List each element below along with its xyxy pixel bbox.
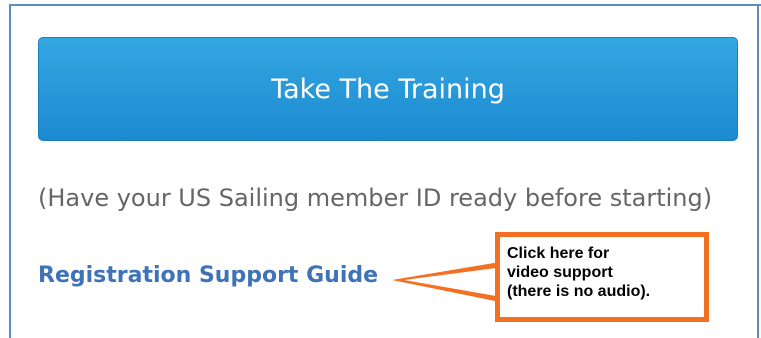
page-frame: Take The Training (Have your US Sailing … <box>0 0 761 338</box>
frame-top-border <box>9 4 761 6</box>
take-the-training-button[interactable]: Take The Training <box>38 37 738 141</box>
video-support-callout: Click here for video support (there is n… <box>495 232 709 322</box>
member-id-note: (Have your US Sailing member ID ready be… <box>38 184 713 212</box>
callout-line: video support <box>507 264 613 281</box>
frame-left-border <box>9 4 11 338</box>
registration-support-guide-link[interactable]: Registration Support Guide <box>38 263 378 288</box>
callout-arrow-icon <box>392 262 500 302</box>
callout-line: (there is no audio). <box>507 283 651 300</box>
callout-line: Click here for <box>507 245 610 262</box>
frame-right-border <box>757 4 759 338</box>
